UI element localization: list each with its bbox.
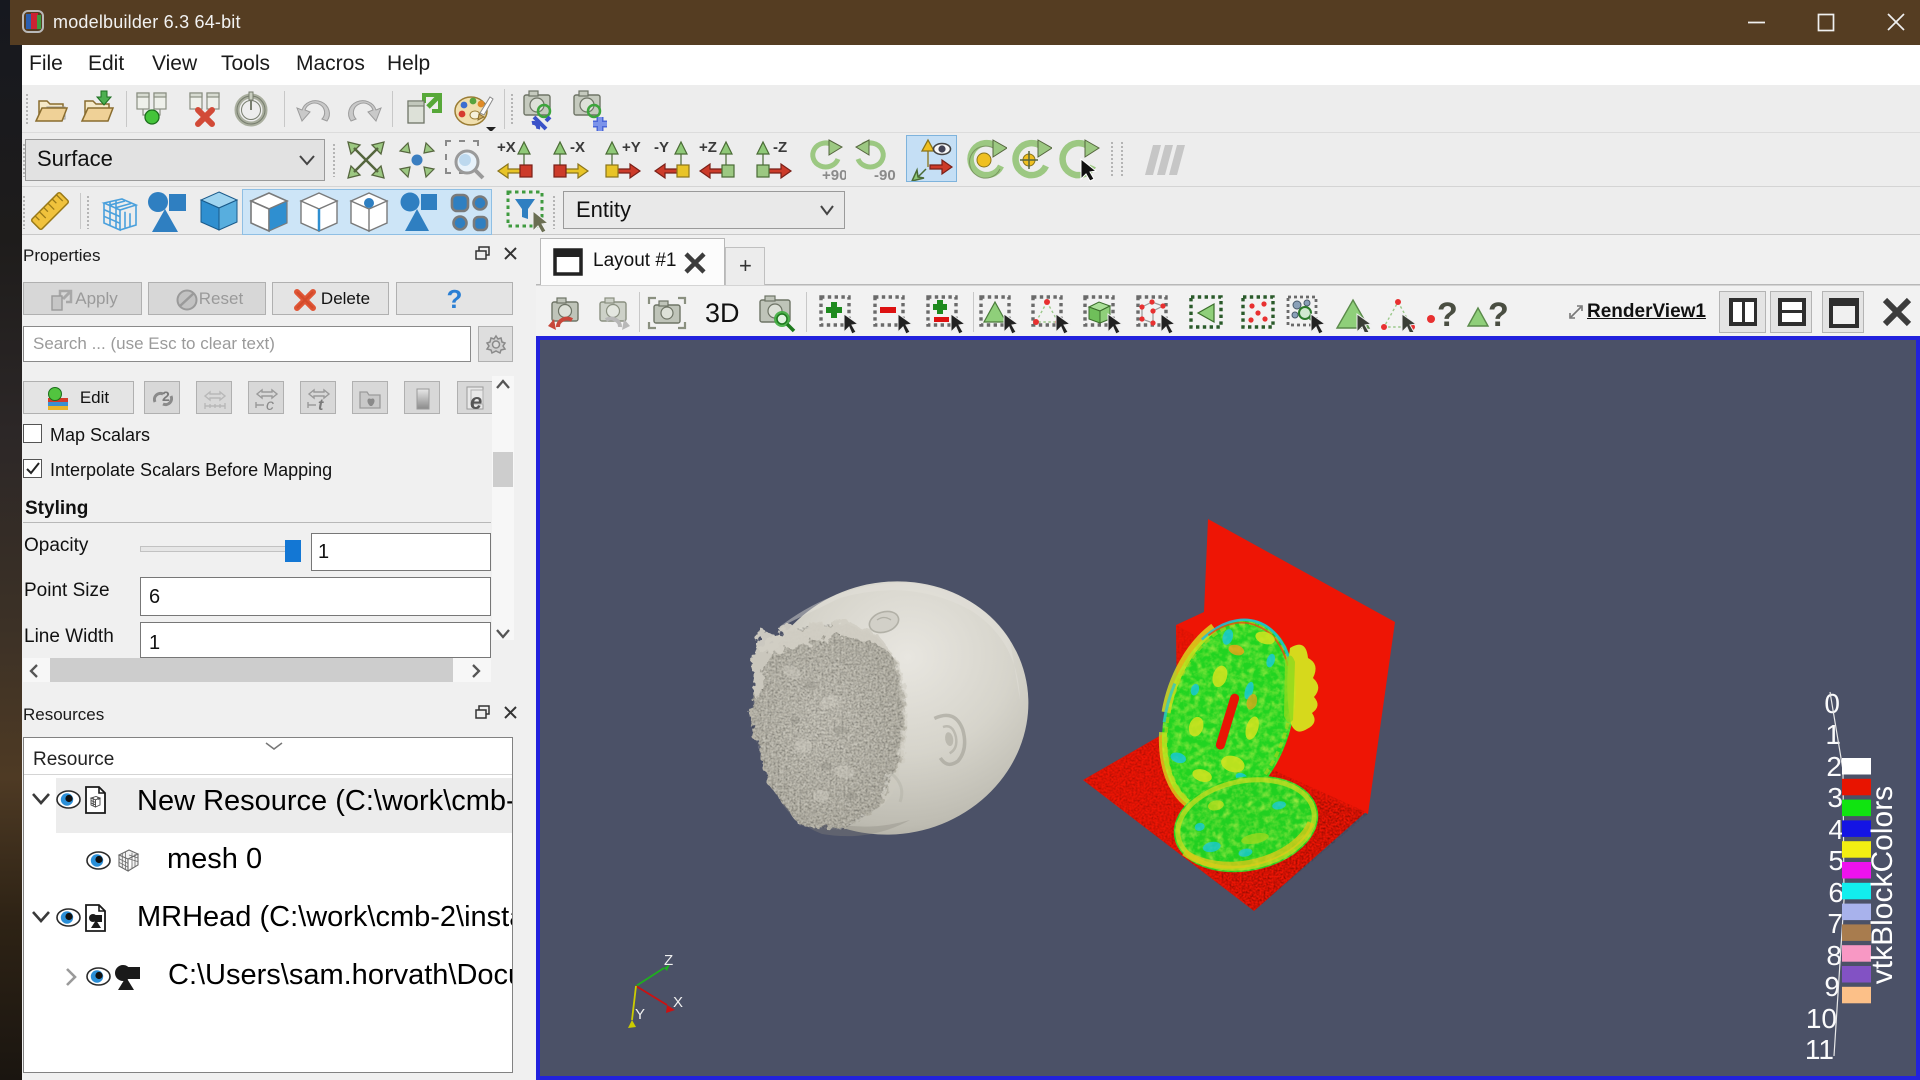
- svg-text:Y: Y: [635, 1006, 645, 1023]
- svg-text:t: t: [318, 397, 324, 412]
- svg-text:+Y: +Y: [622, 139, 641, 156]
- svg-text:Z: Z: [664, 952, 673, 969]
- svg-text:11: 11: [1805, 1034, 1834, 1065]
- svg-text:?: ?: [1437, 296, 1458, 334]
- svg-text:2: 2: [162, 388, 170, 404]
- svg-text:5: 5: [1828, 845, 1844, 876]
- svg-text:4: 4: [1828, 814, 1844, 845]
- svg-text:?: ?: [1488, 296, 1509, 334]
- svg-text:c: c: [266, 397, 274, 412]
- svg-text:-90: -90: [874, 167, 896, 182]
- svg-text:+Z: +Z: [699, 139, 717, 156]
- svg-text:2: 2: [1826, 751, 1842, 782]
- svg-text:7: 7: [1827, 908, 1843, 939]
- svg-text:10: 10: [1806, 1003, 1837, 1034]
- svg-text:-Y: -Y: [654, 139, 669, 156]
- svg-text:3: 3: [1827, 782, 1843, 813]
- svg-text:-X: -X: [570, 139, 585, 156]
- svg-text:vtkBlockColors: vtkBlockColors: [1866, 786, 1899, 984]
- svg-text:X: X: [673, 994, 683, 1011]
- svg-text:6: 6: [1828, 877, 1844, 908]
- svg-text:+X: +X: [497, 139, 516, 156]
- svg-text:-Z: -Z: [773, 139, 787, 156]
- svg-text:+90: +90: [822, 167, 846, 182]
- svg-text:e: e: [470, 389, 482, 413]
